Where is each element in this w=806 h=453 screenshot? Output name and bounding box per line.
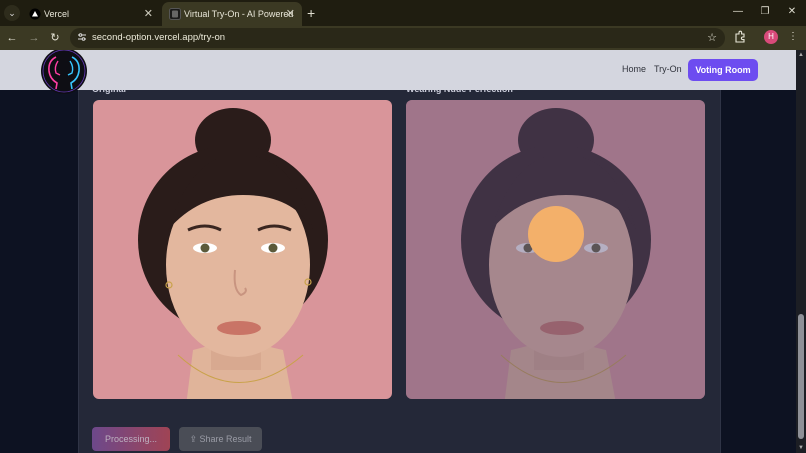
tab-virtual-try-on[interactable]: Virtual Try-On - AI Powered ✕: [162, 2, 302, 26]
forward-button[interactable]: →: [26, 30, 42, 46]
scroll-up-arrow-icon[interactable]: ▲: [796, 50, 806, 60]
restore-button[interactable]: ❐: [755, 3, 775, 21]
profile-avatar[interactable]: H: [764, 30, 778, 44]
tab-close-icon[interactable]: ✕: [144, 2, 153, 26]
site-settings-icon[interactable]: [77, 32, 87, 42]
tab-vercel[interactable]: Vercel ✕: [22, 2, 160, 26]
url-text: second-option.vercel.app/try-on: [92, 32, 226, 43]
browser-tab-bar: ⌄ Vercel ✕ Virtual Try-On - AI Powered ✕…: [0, 0, 806, 26]
scrollbar-thumb[interactable]: [798, 314, 804, 439]
original-photo: [93, 100, 392, 399]
tab-title: Virtual Try-On - AI Powered: [184, 9, 294, 19]
new-tab-button[interactable]: +: [307, 3, 315, 23]
vercel-triangle-icon: [29, 8, 41, 20]
scroll-down-arrow-icon[interactable]: ▼: [796, 443, 806, 453]
share-label: Share Result: [199, 434, 252, 444]
nav-home-link[interactable]: Home: [622, 64, 646, 74]
tab-search-dropdown-icon[interactable]: ⌄: [4, 5, 20, 21]
loading-spinner: [528, 206, 584, 262]
extensions-icon[interactable]: [733, 30, 747, 44]
nav-try-on-link[interactable]: Try-On: [654, 64, 682, 74]
browser-toolbar: ← → ↻ second-option.vercel.app/try-on ☆: [0, 26, 806, 50]
processing-button[interactable]: Processing...: [92, 427, 170, 451]
voting-room-button[interactable]: Voting Room: [688, 59, 758, 81]
share-icon: ⇪: [189, 434, 200, 444]
minimize-button[interactable]: —: [728, 3, 748, 21]
page-scrollbar[interactable]: ▲ ▼: [796, 50, 806, 453]
browser-menu-icon[interactable]: ⋮: [788, 30, 798, 44]
page-viewport: Original Wearing Nude Perfection: [0, 50, 796, 453]
share-result-button[interactable]: ⇪ Share Result: [179, 427, 262, 451]
tab-close-icon[interactable]: ✕: [286, 2, 295, 26]
tab-title: Vercel: [44, 9, 70, 19]
bookmark-star-icon[interactable]: ☆: [707, 28, 717, 48]
site-header: Home Try-On Voting Room: [0, 50, 796, 94]
address-bar[interactable]: second-option.vercel.app/try-on ☆: [70, 28, 725, 48]
back-button[interactable]: ←: [4, 30, 20, 46]
app-favicon: [169, 8, 181, 20]
reload-button[interactable]: ↻: [47, 30, 63, 46]
logo[interactable]: [40, 50, 88, 95]
close-window-button[interactable]: ✕: [782, 3, 802, 21]
